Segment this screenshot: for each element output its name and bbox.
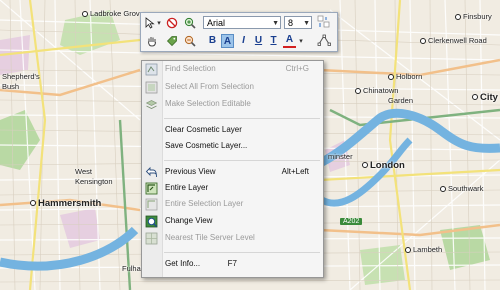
- menu-item-label: Make Selection Editable: [165, 99, 251, 108]
- road-badge: A202: [340, 218, 363, 225]
- tile-server-icon: [145, 232, 158, 245]
- menu-item-shortcut: F7: [227, 259, 237, 268]
- menu-item-label: Previous View: [165, 167, 216, 176]
- menu-item-label: Clear Cosmetic Layer: [165, 125, 242, 134]
- map-label: West: [75, 167, 92, 176]
- menu-item-get-info[interactable]: Get Info... F7: [142, 258, 323, 272]
- menu-item-save-cosmetic-layer[interactable]: Save Cosmetic Layer...: [142, 140, 323, 154]
- layers-icon: [145, 98, 158, 111]
- menu-item-entire-layer[interactable]: Entire Layer: [142, 182, 323, 196]
- menu-separator: [164, 252, 320, 253]
- text-style-icon[interactable]: [317, 15, 331, 29]
- underline-button[interactable]: U: [252, 34, 265, 48]
- entire-layer-icon: [145, 182, 158, 195]
- font-size-value: 8: [288, 18, 294, 28]
- clear-selection-icon[interactable]: [165, 16, 179, 30]
- menu-item-previous-view[interactable]: Previous View Alt+Left: [142, 166, 323, 180]
- park-area: [360, 245, 405, 285]
- menu-separator: [164, 118, 320, 119]
- menu-item-label: Get Info...: [165, 259, 201, 268]
- font-color-button[interactable]: A: [283, 34, 296, 48]
- map-label: Clerkenwell Road: [420, 36, 487, 45]
- menu-item-entire-selection-layer[interactable]: Entire Selection Layer: [142, 198, 323, 212]
- node-edit-icon[interactable]: [317, 33, 331, 47]
- bold-button[interactable]: B: [206, 34, 219, 48]
- chevron-down-icon[interactable]: ▾: [297, 34, 305, 48]
- highlight-button[interactable]: A: [221, 34, 234, 48]
- menu-item-label: Find Selection: [165, 64, 216, 73]
- zoom-in-icon[interactable]: [183, 16, 197, 30]
- find-selection-icon: [145, 63, 158, 76]
- map-label: Holborn: [388, 72, 422, 81]
- menu-item-label: Change View: [165, 216, 213, 225]
- pan-hand-icon[interactable]: [145, 34, 159, 48]
- chevron-down-icon: ▼: [272, 20, 279, 27]
- map-label: minster: [328, 152, 353, 161]
- menu-item-label: Entire Layer: [165, 183, 209, 192]
- chevron-down-icon: ▼: [303, 20, 310, 27]
- menu-item-find-selection[interactable]: Find Selection Ctrl+G: [142, 63, 323, 77]
- font-size-select[interactable]: 8 ▼: [284, 16, 312, 29]
- entire-selection-icon: [145, 198, 158, 211]
- menu-item-change-view[interactable]: Change View: [142, 215, 323, 229]
- map-label: Finsbury: [455, 12, 492, 21]
- menu-item-make-selection-editable[interactable]: Make Selection Editable: [142, 98, 323, 112]
- menu-item-label: Save Cosmetic Layer...: [165, 141, 248, 150]
- zoom-out-icon[interactable]: [183, 34, 197, 48]
- menu-item-label: Entire Selection Layer: [165, 199, 244, 208]
- italic-button[interactable]: I: [237, 34, 250, 48]
- menu-item-shortcut: Ctrl+G: [285, 64, 309, 73]
- context-menu: Find Selection Ctrl+G Select All From Se…: [141, 60, 324, 278]
- menu-separator: [164, 160, 320, 161]
- map-label: Shepherd's: [2, 72, 40, 81]
- chevron-down-icon[interactable]: ▾: [155, 16, 163, 30]
- map-label: City: [472, 92, 498, 103]
- tag-icon[interactable]: [165, 34, 179, 48]
- map-label: London: [362, 160, 405, 171]
- map-toolbar: ▾ Arial ▼ 8 ▼ B A I U T A ▾: [140, 12, 338, 52]
- menu-item-nearest-tile-server-level[interactable]: Nearest Tile Server Level: [142, 232, 323, 246]
- menu-item-shortcut: Alt+Left: [281, 167, 309, 176]
- select-all-icon: [145, 81, 158, 94]
- change-view-icon: [145, 215, 158, 228]
- font-name-select[interactable]: Arial ▼: [203, 16, 281, 29]
- menu-item-label: Select All From Selection: [165, 82, 254, 91]
- map-label: Garden: [388, 96, 414, 105]
- menu-item-select-all-from-selection[interactable]: Select All From Selection: [142, 81, 323, 95]
- map-label: Southwark: [440, 184, 483, 193]
- menu-item-clear-cosmetic-layer[interactable]: Clear Cosmetic Layer: [142, 124, 323, 138]
- back-arrow-icon: [145, 166, 158, 179]
- map-label: Ladbroke Grove: [82, 9, 144, 18]
- subscript-button[interactable]: T: [267, 34, 280, 48]
- map-label: Bush: [2, 82, 20, 91]
- map-label: Lambeth: [405, 245, 442, 254]
- menu-item-label: Nearest Tile Server Level: [165, 233, 255, 242]
- map-label: Hammersmith: [30, 198, 101, 209]
- map-label: Kensington: [75, 177, 113, 186]
- map-label: Chinatown: [355, 86, 398, 95]
- font-name-value: Arial: [207, 18, 226, 28]
